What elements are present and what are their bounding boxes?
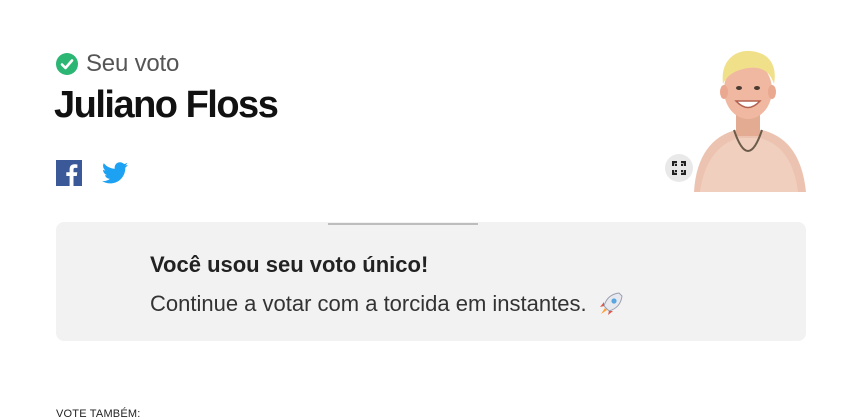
candidate-photo (690, 44, 808, 192)
vote-confirmation-page: Seu voto Juliano Floss Você usou seu vot… (0, 0, 858, 419)
candidate-name: Juliano Floss (54, 84, 279, 126)
rocket-icon (597, 290, 625, 318)
notice-body: Continue a votar com a torcida em instan… (150, 291, 587, 316)
check-circle-icon (56, 53, 78, 75)
facebook-icon (56, 160, 82, 186)
notice-title: Você usou seu voto único! (150, 252, 429, 277)
divider (328, 223, 478, 225)
twitter-icon (102, 162, 128, 184)
notice-body-line: Continue a votar com a torcida em instan… (150, 290, 625, 318)
share-buttons (56, 160, 128, 186)
vote-status: Seu voto (56, 50, 179, 78)
twitter-share-button[interactable] (102, 162, 128, 184)
vote-label: Seu voto (86, 50, 180, 77)
facebook-share-button[interactable] (56, 160, 82, 186)
expand-photo-button[interactable] (665, 154, 693, 182)
vote-also-heading: VOTE TAMBÉM: (56, 408, 141, 419)
vote-used-notice: Você usou seu voto único! Continue a vot… (56, 222, 806, 341)
expand-icon (672, 161, 686, 175)
